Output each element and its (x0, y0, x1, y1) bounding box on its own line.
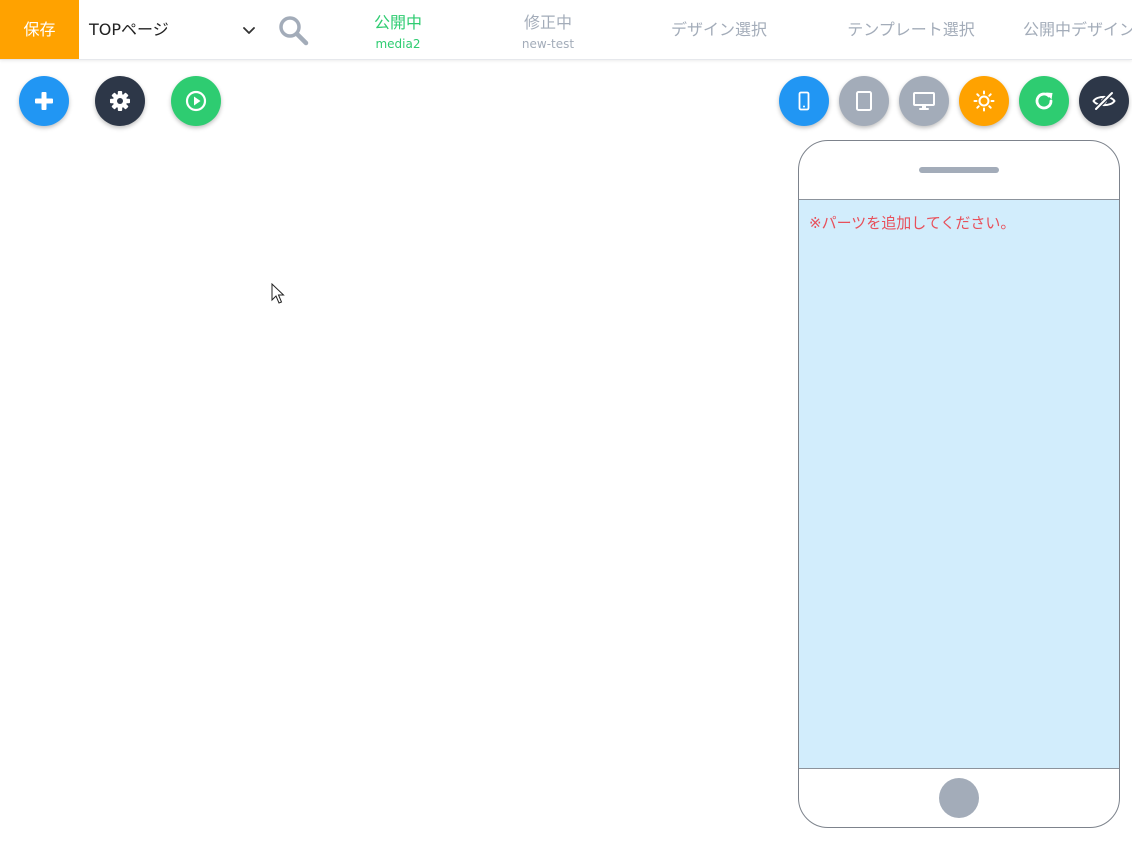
phone-preview-frame: ※パーツを追加してください。 (798, 140, 1120, 828)
theme-toggle-button[interactable] (959, 76, 1009, 126)
hide-preview-button[interactable] (1079, 76, 1129, 126)
sun-icon (973, 90, 995, 112)
tab-public-sub: media2 (375, 37, 421, 51)
tab-public[interactable]: 公開中 media2 (348, 0, 448, 59)
preview-play-button[interactable] (171, 76, 221, 126)
monitor-icon (913, 92, 935, 110)
tab-editing[interactable]: 修正中 new-test (498, 0, 598, 59)
phone-screen[interactable]: ※パーツを追加してください。 (799, 199, 1119, 769)
tab-public-design[interactable]: 公開中デザイン (1014, 0, 1132, 59)
save-button[interactable]: 保存 (0, 0, 79, 59)
tab-template-select[interactable]: テンプレート選択 (836, 0, 986, 59)
eye-off-icon (1092, 90, 1116, 112)
tablet-icon (856, 91, 872, 111)
view-mobile-button[interactable] (779, 76, 829, 126)
play-icon (185, 90, 207, 112)
page-select[interactable]: TOPページ (79, 0, 263, 59)
smartphone-icon (798, 91, 810, 111)
tab-editing-sub: new-test (521, 37, 575, 51)
view-tablet-button[interactable] (839, 76, 889, 126)
refresh-button[interactable] (1019, 76, 1069, 126)
plus-icon (35, 92, 53, 110)
chevron-down-icon (243, 27, 255, 34)
refresh-icon (1035, 92, 1053, 110)
view-desktop-button[interactable] (899, 76, 949, 126)
tab-editing-label: 修正中 (523, 13, 572, 32)
empty-parts-notice: ※パーツを追加してください。 (809, 214, 1016, 232)
phone-speaker (919, 167, 999, 173)
top-toolbar: 保存 TOPページ 公開中 media2 修正中 new-test デザイン選択… (0, 0, 1132, 60)
tab-design-select[interactable]: デザイン選択 (660, 0, 778, 59)
gear-icon (110, 91, 130, 111)
search-icon (279, 16, 309, 46)
phone-home-button[interactable] (939, 778, 979, 818)
settings-button[interactable] (95, 76, 145, 126)
page-select-value: TOPページ (89, 20, 169, 39)
add-part-button[interactable] (19, 76, 69, 126)
search-button[interactable] (276, 13, 310, 47)
tab-public-label: 公開中 (373, 13, 422, 32)
mouse-cursor-icon (271, 283, 285, 304)
